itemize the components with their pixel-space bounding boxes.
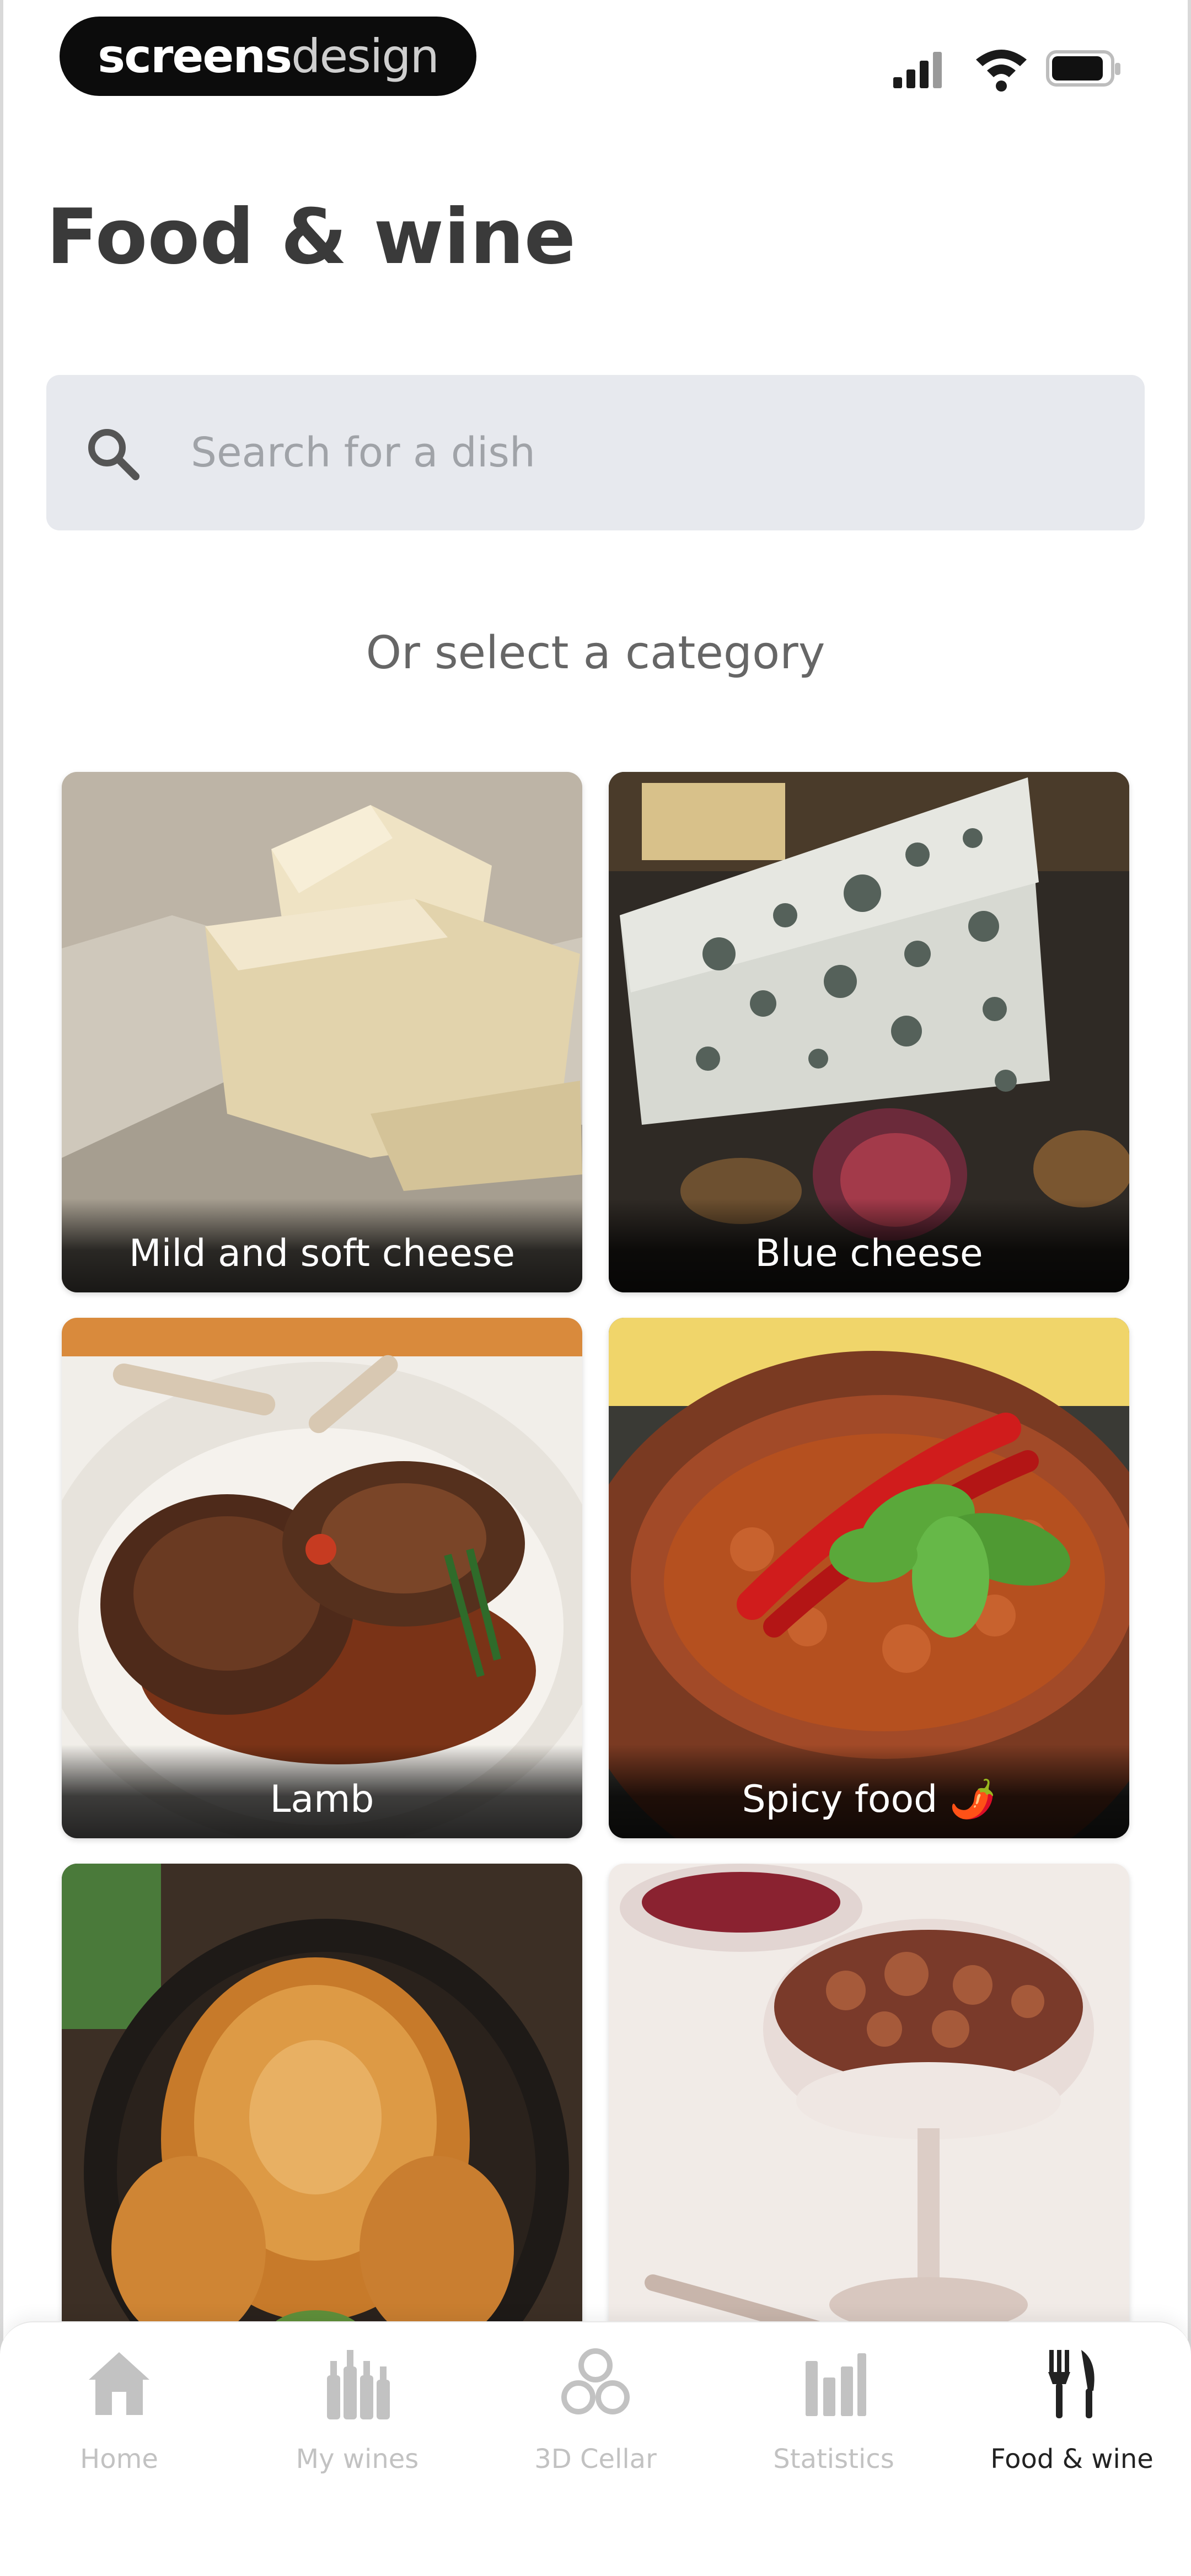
category-label: Blue cheese	[755, 1232, 983, 1275]
page-title: Food & wine	[46, 192, 576, 281]
cellar-icon	[561, 2348, 630, 2414]
tab-label: My wines	[296, 2444, 419, 2475]
category-card-blue-cheese[interactable]: Blue cheese	[609, 772, 1129, 1292]
brand-watermark: screensdesign	[60, 17, 476, 96]
tab-my-wines[interactable]: My wines	[238, 2344, 476, 2510]
category-label: Mild and soft cheese	[128, 1232, 516, 1275]
tab-home[interactable]: Home	[0, 2344, 238, 2510]
tab-bar: Home My wines 3D Cellar Statistics Food …	[0, 2321, 1191, 2576]
device-frame-right	[1188, 0, 1191, 2575]
bottles-icon	[327, 2350, 390, 2419]
battery-icon	[1046, 50, 1120, 87]
signal-icon	[893, 52, 942, 88]
tab-label: Statistics	[773, 2444, 894, 2475]
tab-food-and-wine[interactable]: Food & wine	[953, 2344, 1191, 2510]
tab-label: 3D Cellar	[534, 2444, 657, 2475]
wifi-icon	[976, 50, 1027, 92]
search-icon	[88, 429, 140, 480]
status-bar: screensdesign	[0, 0, 1191, 110]
tab-label: Home	[80, 2444, 158, 2475]
home-icon	[89, 2352, 149, 2415]
category-label: Spicy food 🌶️	[742, 1778, 996, 1821]
category-card-spicy-food[interactable]: Spicy food 🌶️	[609, 1318, 1129, 1838]
roast-chicken-image	[62, 1864, 582, 2384]
tab-3d-cellar[interactable]: 3D Cellar	[476, 2344, 715, 2510]
category-label: Lamb	[270, 1778, 374, 1821]
tab-statistics[interactable]: Statistics	[715, 2344, 953, 2510]
search-input[interactable]	[190, 414, 1102, 492]
brand-text: screensdesign	[98, 29, 439, 83]
category-card-poultry[interactable]	[62, 1864, 582, 2384]
tab-label: Food & wine	[990, 2444, 1154, 2475]
dessert-image	[609, 1864, 1129, 2384]
category-card-lamb[interactable]: Lamb	[62, 1318, 582, 1838]
category-card-mild-soft-cheese[interactable]: Mild and soft cheese	[62, 772, 582, 1292]
category-hint: Or select a category	[366, 627, 825, 679]
category-card-dessert[interactable]	[609, 1864, 1129, 2384]
fork-knife-icon	[1048, 2350, 1095, 2418]
device-frame-left	[0, 0, 3, 2575]
bar-chart-icon	[806, 2353, 866, 2416]
search-bar[interactable]	[46, 375, 1145, 530]
status-icons	[893, 50, 1120, 92]
